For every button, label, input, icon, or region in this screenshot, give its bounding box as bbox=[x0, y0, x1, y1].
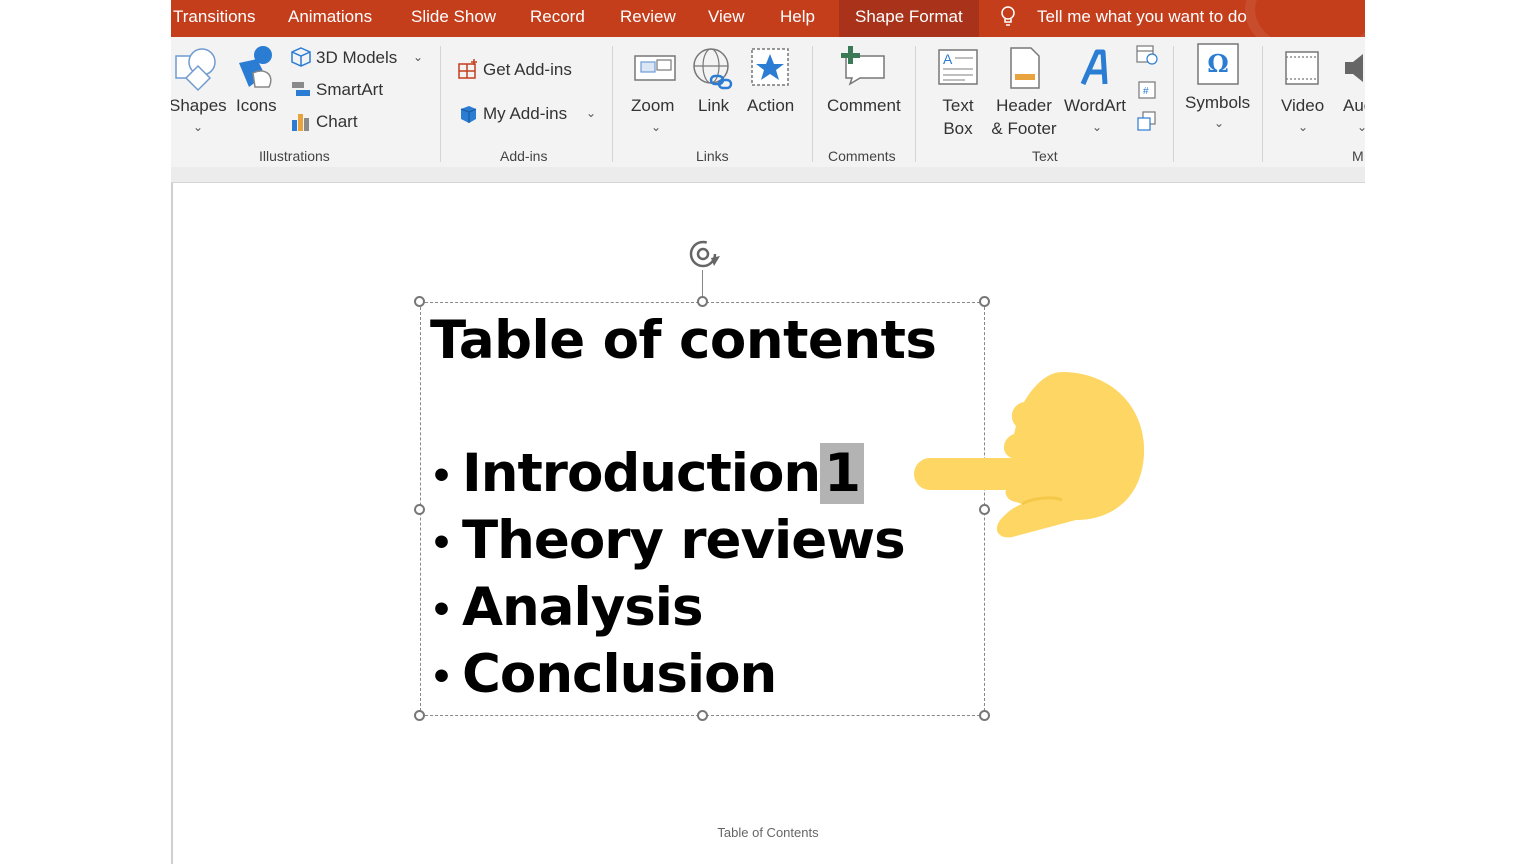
shapes-icon[interactable] bbox=[174, 46, 220, 92]
tell-me-search[interactable]: Tell me what you want to do bbox=[1037, 0, 1247, 37]
audio-button[interactable]: Auc bbox=[1343, 96, 1365, 116]
list-item-introduction[interactable]: • Introduction1 bbox=[430, 443, 864, 504]
tab-help[interactable]: Help bbox=[780, 0, 815, 37]
tab-shape-format[interactable]: Shape Format bbox=[839, 0, 979, 37]
zoom-button[interactable]: Zoom bbox=[631, 96, 674, 116]
links-group-label: Links bbox=[696, 148, 729, 164]
tab-transitions[interactable]: Transitions bbox=[173, 0, 256, 37]
symbols-chevron-icon[interactable]: ⌄ bbox=[1214, 116, 1224, 130]
ribbon-separator bbox=[1262, 46, 1263, 162]
tab-bar-decoration bbox=[1245, 0, 1365, 37]
svg-text:Ω: Ω bbox=[1207, 49, 1228, 78]
tab-animations[interactable]: Animations bbox=[288, 0, 372, 37]
ribbon-separator bbox=[440, 46, 441, 162]
wordart-button[interactable]: WordArt bbox=[1064, 96, 1126, 116]
text-group-label: Text bbox=[1032, 148, 1058, 164]
video-chevron-icon[interactable]: ⌄ bbox=[1298, 120, 1308, 134]
ribbon-separator bbox=[612, 46, 613, 162]
zoom-icon[interactable] bbox=[633, 50, 677, 86]
ribbon-separator bbox=[812, 46, 813, 162]
ribbon-separator bbox=[1173, 46, 1174, 162]
media-group-label: M bbox=[1352, 148, 1364, 164]
chart-button[interactable]: Chart bbox=[316, 112, 358, 132]
bullet: • bbox=[430, 455, 453, 497]
icons-button[interactable]: Icons bbox=[236, 96, 277, 116]
audio-chevron-icon[interactable]: ⌄ bbox=[1357, 120, 1365, 134]
text-box-button-line2[interactable]: Box bbox=[938, 119, 978, 139]
list-item-text: Analysis bbox=[462, 577, 703, 638]
wordart-icon[interactable] bbox=[1077, 48, 1113, 88]
my-addins-chevron-icon[interactable]: ⌄ bbox=[586, 106, 596, 120]
resize-handle-bottom-right[interactable] bbox=[979, 710, 990, 721]
rotate-handle-icon[interactable] bbox=[686, 238, 722, 272]
wordart-chevron-icon[interactable]: ⌄ bbox=[1092, 120, 1102, 134]
link-icon[interactable] bbox=[691, 46, 735, 92]
action-star-icon[interactable] bbox=[749, 46, 793, 88]
lightbulb-icon[interactable] bbox=[1001, 6, 1015, 28]
video-icon[interactable] bbox=[1284, 50, 1320, 86]
resize-handle-bottom[interactable] bbox=[697, 710, 708, 721]
list-item-conclusion[interactable]: • Conclusion bbox=[430, 644, 777, 705]
tab-record[interactable]: Record bbox=[530, 0, 585, 37]
shapes-button[interactable]: Shapes bbox=[171, 96, 227, 116]
ribbon-separator bbox=[915, 46, 916, 162]
shapes-chevron-icon[interactable]: ⌄ bbox=[193, 120, 203, 134]
ribbon-tab-bar: Transitions Animations Slide Show Record… bbox=[171, 0, 1365, 37]
list-item-text: Theory reviews bbox=[462, 510, 906, 571]
svg-text:A: A bbox=[943, 51, 953, 67]
omega-icon[interactable]: Ω bbox=[1196, 42, 1240, 86]
slide-number-icon[interactable]: # bbox=[1137, 80, 1157, 100]
zoom-chevron-icon[interactable]: ⌄ bbox=[651, 120, 661, 134]
slide-title[interactable]: Table of contents bbox=[430, 310, 937, 371]
addins-group-label: Add-ins bbox=[500, 148, 548, 164]
icons-icon[interactable] bbox=[235, 45, 279, 91]
video-button[interactable]: Video bbox=[1281, 96, 1324, 116]
tab-slide-show[interactable]: Slide Show bbox=[411, 0, 496, 37]
comment-button[interactable]: Comment bbox=[827, 96, 901, 116]
my-addins-button[interactable]: My Add-ins bbox=[483, 104, 567, 124]
resize-handle-left[interactable] bbox=[414, 504, 425, 515]
bullet: • bbox=[430, 656, 453, 698]
resize-handle-top-right[interactable] bbox=[979, 296, 990, 307]
smartart-button[interactable]: SmartArt bbox=[316, 80, 383, 100]
selected-text-highlight[interactable]: 1 bbox=[820, 443, 864, 504]
get-addins-button[interactable]: Get Add-ins bbox=[483, 60, 572, 80]
bullet: • bbox=[430, 522, 453, 564]
action-button[interactable]: Action bbox=[747, 96, 794, 116]
illustrations-group-label: Illustrations bbox=[259, 148, 330, 164]
text-box-button-line1[interactable]: Text bbox=[938, 96, 978, 116]
chart-icon[interactable] bbox=[290, 112, 312, 132]
ribbon-bottom-edge bbox=[171, 167, 1365, 183]
my-addins-icon[interactable] bbox=[457, 103, 479, 125]
addin-store-icon[interactable] bbox=[457, 58, 479, 80]
symbols-button[interactable]: Symbols bbox=[1185, 93, 1250, 113]
header-footer-icon[interactable] bbox=[1009, 46, 1041, 90]
object-icon[interactable] bbox=[1136, 110, 1158, 132]
list-item-analysis[interactable]: • Analysis bbox=[430, 577, 704, 638]
cube-icon[interactable] bbox=[290, 46, 312, 68]
comment-icon[interactable] bbox=[840, 44, 888, 86]
smartart-icon[interactable] bbox=[290, 80, 312, 100]
textbox-icon[interactable]: A bbox=[937, 48, 979, 88]
resize-handle-top-left[interactable] bbox=[414, 296, 425, 307]
resize-handle-top[interactable] bbox=[697, 296, 708, 307]
list-item-theory-reviews[interactable]: • Theory reviews bbox=[430, 510, 906, 571]
tab-review[interactable]: Review bbox=[620, 0, 676, 37]
bullet: • bbox=[430, 589, 453, 631]
3d-models-chevron-icon[interactable]: ⌄ bbox=[413, 50, 423, 64]
slide-footer: Table of Contents bbox=[717, 825, 819, 840]
tab-view[interactable]: View bbox=[708, 0, 745, 37]
svg-text:#: # bbox=[1143, 86, 1149, 97]
header-footer-button-line1[interactable]: Header bbox=[989, 96, 1059, 116]
resize-handle-bottom-left[interactable] bbox=[414, 710, 425, 721]
comments-group-label: Comments bbox=[828, 148, 896, 164]
3d-models-button[interactable]: 3D Models bbox=[316, 48, 397, 68]
list-item-text: Conclusion bbox=[462, 644, 777, 705]
header-footer-button-line2[interactable]: & Footer bbox=[984, 119, 1064, 139]
link-button[interactable]: Link bbox=[698, 96, 729, 116]
list-item-text: Introduction bbox=[462, 443, 821, 504]
pointing-hand-icon bbox=[914, 372, 1145, 538]
audio-icon[interactable] bbox=[1343, 50, 1365, 86]
date-time-icon[interactable] bbox=[1135, 44, 1159, 66]
